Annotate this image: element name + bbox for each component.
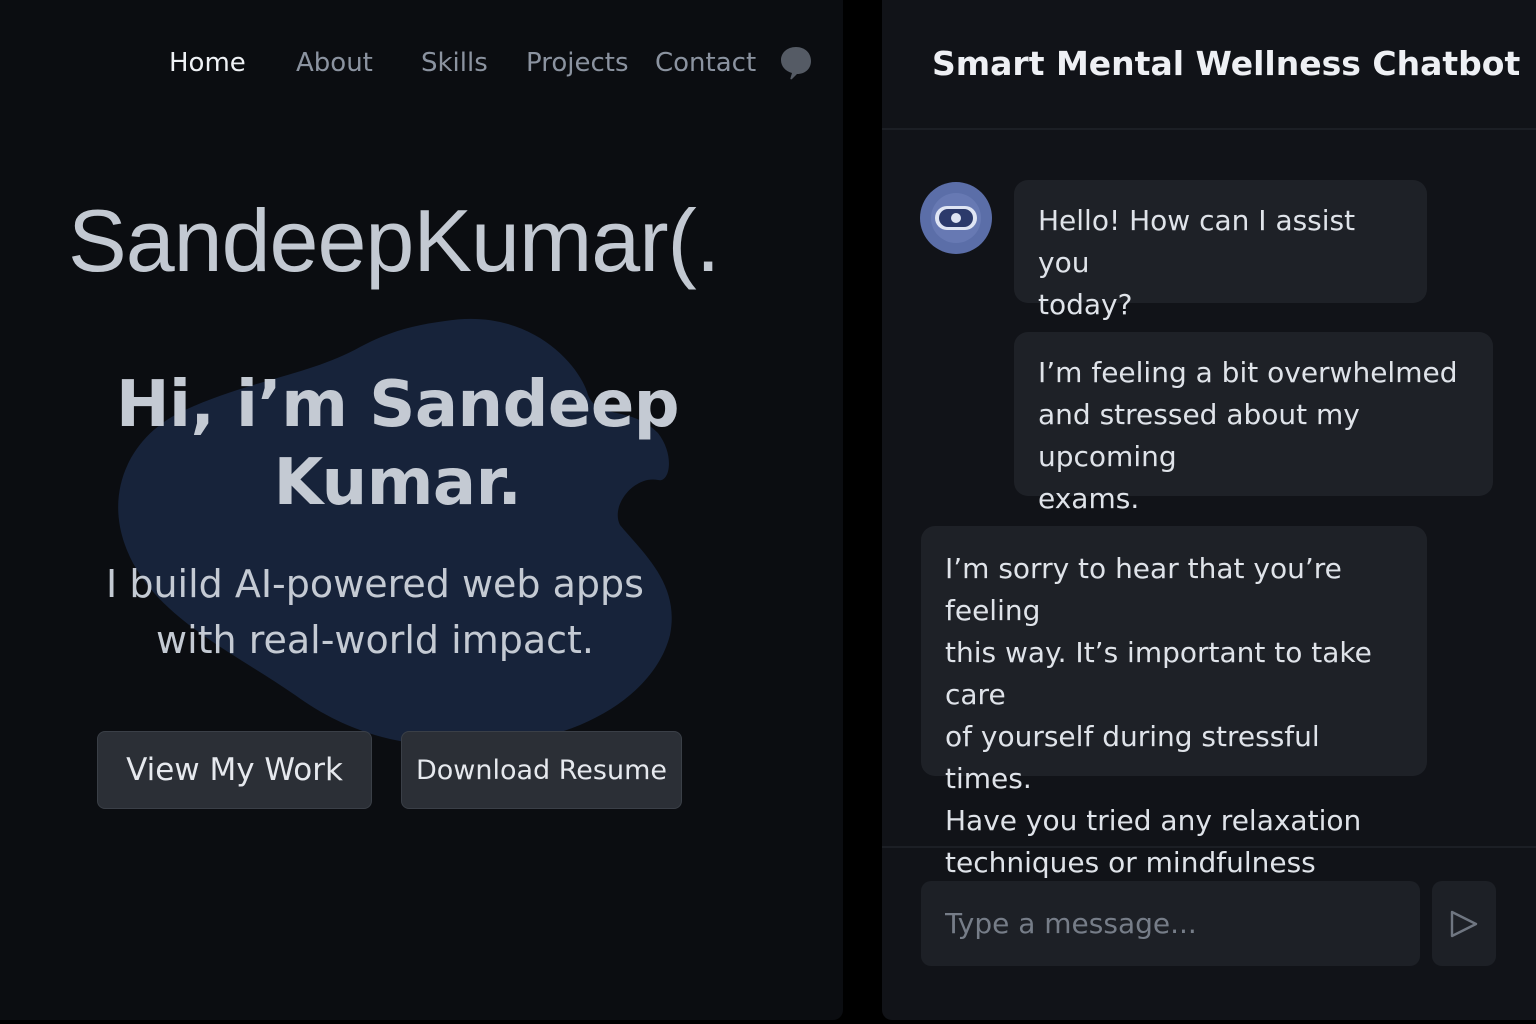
chat-bubble-icon[interactable] xyxy=(780,46,812,80)
portfolio-panel: Home About Skills Projects Contact Sande… xyxy=(0,0,843,1020)
hero-subtitle-line2: with real-world impact. xyxy=(156,618,594,662)
send-button[interactable] xyxy=(1432,881,1496,966)
message-line: Hello! How can I assist you xyxy=(1038,204,1356,279)
message-line: and stressed about my upcoming xyxy=(1038,398,1360,473)
hero-title-line2: Kumar. xyxy=(273,446,522,520)
nav-home[interactable]: Home xyxy=(169,48,246,78)
hero-subtitle-line1: I build AI-powered web apps xyxy=(106,562,644,606)
logo-name: SandeepKumar(. xyxy=(68,191,720,290)
user-message: I’m feeling a bit overwhelmed and stress… xyxy=(1014,332,1493,515)
top-nav: Home About Skills Projects Contact xyxy=(0,44,843,84)
nav-projects[interactable]: Projects xyxy=(526,48,629,78)
message-line: I’m sorry to hear that you’re feeling xyxy=(945,552,1342,627)
download-resume-button[interactable]: Download Resume xyxy=(401,731,682,809)
send-icon xyxy=(1450,910,1478,937)
chat-footer-divider xyxy=(882,846,1536,848)
chat-title: Smart Mental Wellness Chatbot xyxy=(932,44,1521,83)
chatbot-panel: Smart Mental Wellness Chatbot Hello! How… xyxy=(882,0,1536,1020)
bot-eye-icon xyxy=(920,182,992,254)
message-line: of yourself during stressful times. xyxy=(945,720,1320,795)
message-line: today? xyxy=(1038,288,1133,321)
message-line: I’m feeling a bit overwhelmed xyxy=(1038,356,1458,389)
bot-message: I’m sorry to hear that you’re feeling th… xyxy=(921,526,1427,921)
hero-subtitle: I build AI-powered web apps with real-wo… xyxy=(60,556,690,668)
hero-title-line1: Hi, i’m Sandeep xyxy=(115,368,680,442)
nav-about[interactable]: About xyxy=(296,48,373,78)
chat-header: Smart Mental Wellness Chatbot xyxy=(882,0,1536,130)
message-line: Have you tried any relaxation xyxy=(945,804,1362,837)
view-my-work-button[interactable]: View My Work xyxy=(97,731,372,809)
message-line: exams. xyxy=(1038,482,1140,515)
bot-message: Hello! How can I assist you today? xyxy=(1014,180,1427,321)
hero-title: Hi, i’m Sandeep Kumar. xyxy=(100,366,695,522)
message-line: this way. It’s important to take care xyxy=(945,636,1372,711)
message-input[interactable] xyxy=(921,881,1420,966)
nav-skills[interactable]: Skills xyxy=(421,48,488,78)
nav-contact[interactable]: Contact xyxy=(655,48,756,78)
screen: Home About Skills Projects Contact Sande… xyxy=(0,0,1536,1024)
